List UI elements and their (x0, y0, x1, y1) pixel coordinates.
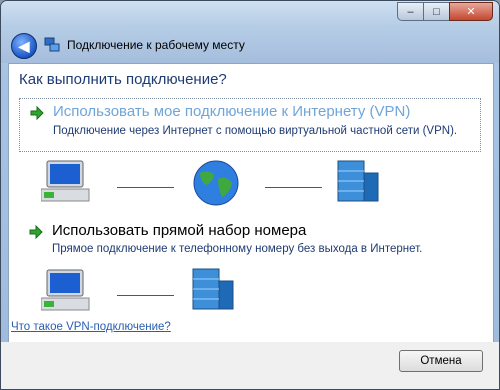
building-icon (337, 160, 379, 202)
option-dialup[interactable]: Использовать прямой набор номера Прямое … (19, 218, 479, 258)
page-question: Как выполнить подключение? (19, 71, 227, 88)
option-vpn[interactable]: Использовать мое подключение к Интернету… (19, 98, 481, 152)
close-button[interactable]: ✕ (449, 2, 493, 21)
content-panel: Как выполнить подключение? Использовать … (8, 63, 494, 343)
window-controls: – □ ✕ (397, 2, 493, 21)
vpn-help-link[interactable]: Что такое VPN-подключение? (11, 321, 171, 333)
green-arrow-icon (30, 106, 44, 120)
dialog-window: – □ ✕ ◀ Подключение к рабочему месту Как… (0, 0, 500, 390)
computer-icon (41, 160, 90, 202)
window-title: Подключение к рабочему месту (67, 38, 245, 52)
network-place-icon (44, 37, 60, 52)
option-dialup-description: Прямое подключение к телефонному номеру … (52, 243, 423, 255)
cancel-button[interactable]: Отмена (399, 350, 483, 372)
back-arrow-icon: ◀ (18, 37, 30, 54)
connection-line (117, 295, 174, 296)
option-dialup-title: Использовать прямой набор номера (52, 222, 307, 239)
maximize-button[interactable]: □ (423, 2, 450, 21)
green-arrow-icon (29, 225, 43, 239)
building-icon (192, 268, 234, 310)
computer-icon (41, 269, 90, 311)
connection-line (265, 187, 322, 188)
option-vpn-description: Подключение через Интернет с помощью вир… (53, 125, 458, 137)
minimize-button[interactable]: – (397, 2, 424, 21)
connection-line (117, 187, 174, 188)
globe-icon (193, 160, 239, 206)
option-vpn-title: Использовать мое подключение к Интернету… (53, 103, 411, 120)
title-bar: – □ ✕ ◀ Подключение к рабочему месту (1, 1, 499, 63)
back-button[interactable]: ◀ (11, 33, 37, 59)
